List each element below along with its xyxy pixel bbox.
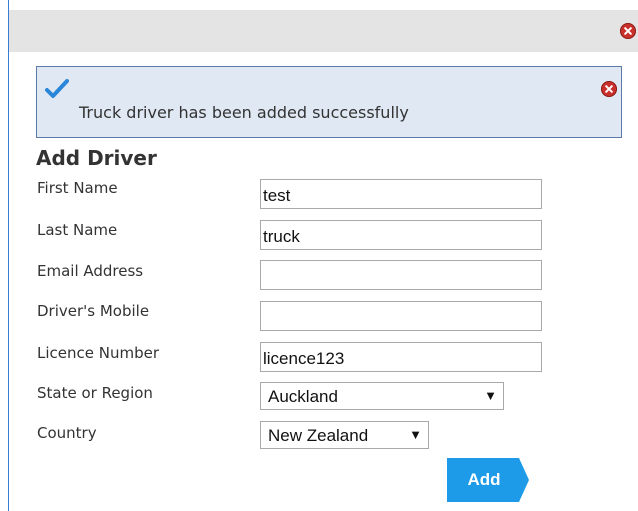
dialog-titlebar (9, 10, 638, 52)
mobile-input[interactable] (260, 301, 542, 331)
state-selected-value: Auckland (268, 387, 338, 406)
email-input[interactable] (260, 260, 542, 290)
first-name-label: First Name (37, 179, 118, 197)
country-label: Country (37, 424, 97, 442)
mobile-label: Driver's Mobile (37, 302, 150, 320)
alert-close-icon[interactable] (601, 81, 617, 97)
form-title: Add Driver (36, 146, 157, 170)
country-selected-value: New Zealand (268, 426, 369, 445)
licence-number-input[interactable]: licence123 (260, 342, 542, 372)
dialog-close-icon[interactable] (620, 23, 636, 39)
licence-number-label: Licence Number (37, 344, 160, 362)
last-name-input[interactable]: truck (260, 220, 542, 250)
state-label: State or Region (37, 384, 153, 402)
country-select[interactable]: New Zealand ▼ (260, 421, 429, 449)
email-label: Email Address (37, 262, 144, 280)
first-name-input[interactable]: test (260, 179, 542, 209)
last-name-label: Last Name (37, 221, 118, 239)
chevron-down-icon: ▼ (409, 427, 422, 442)
success-alert: Truck driver has been added successfully (36, 66, 622, 138)
add-button[interactable]: Add (447, 458, 529, 502)
alert-message: Truck driver has been added successfully (79, 103, 409, 122)
add-button-label: Add (467, 470, 501, 489)
check-icon (45, 79, 69, 98)
add-driver-dialog: Truck driver has been added successfully… (8, 0, 638, 511)
chevron-down-icon: ▼ (484, 388, 497, 403)
state-select[interactable]: Auckland ▼ (260, 382, 504, 410)
